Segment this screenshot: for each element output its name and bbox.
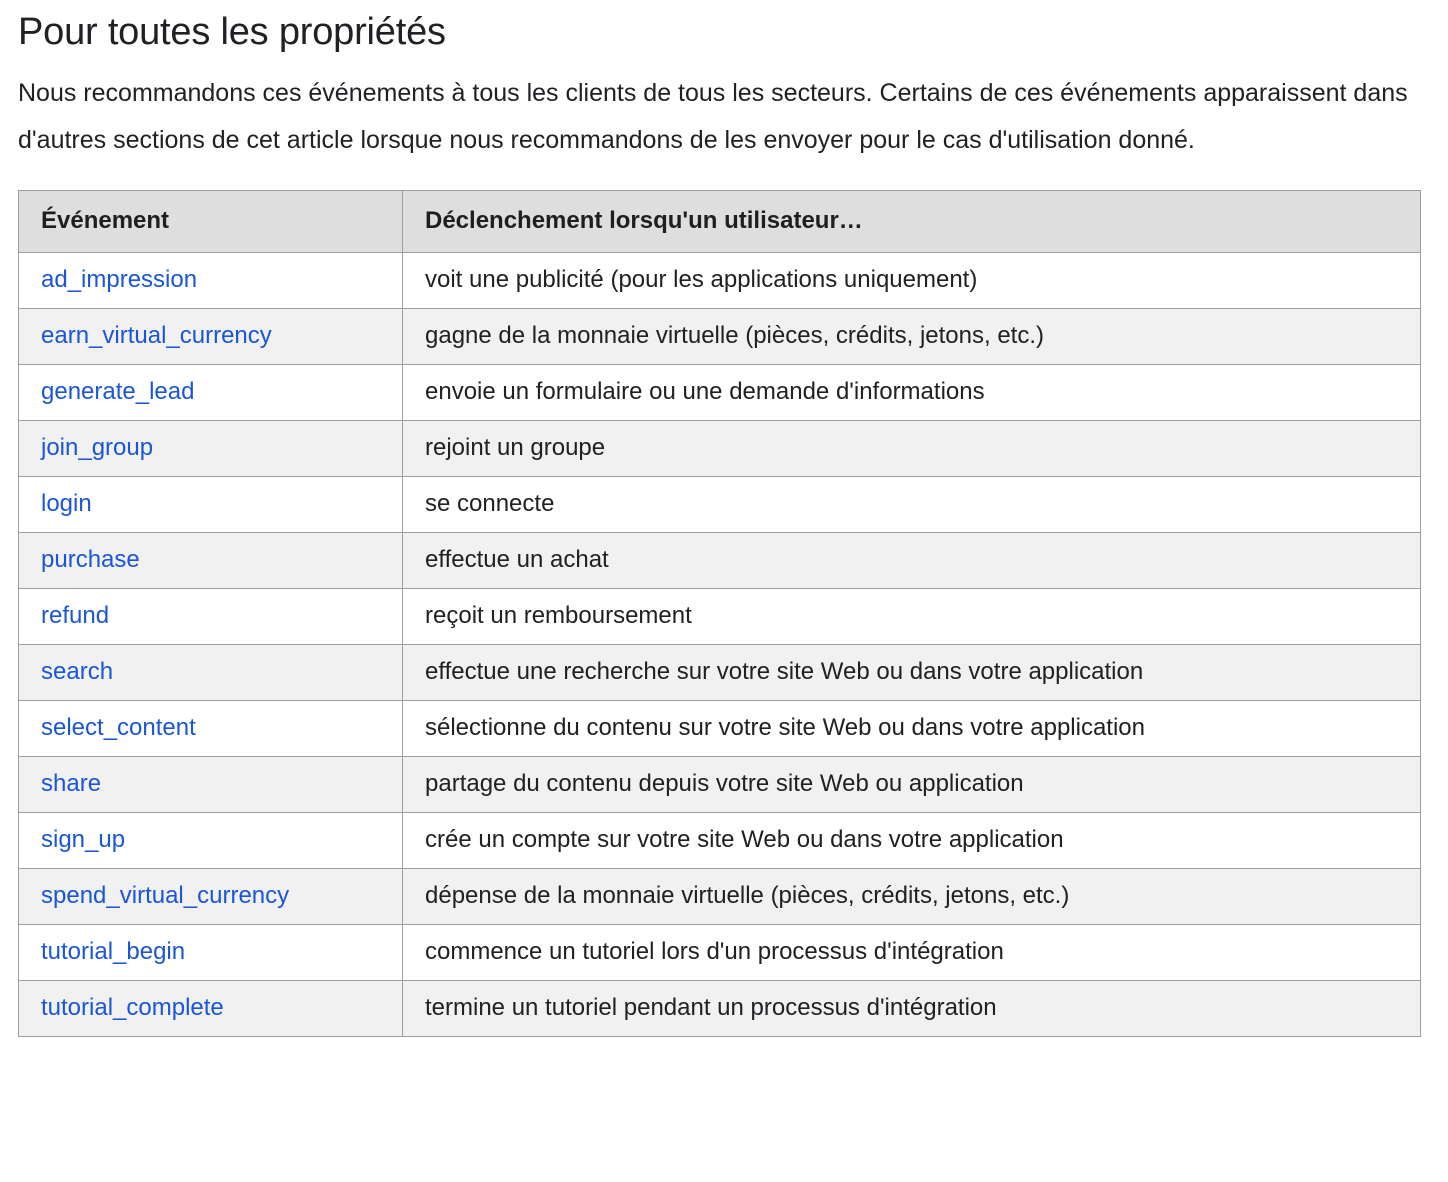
event-description-cell: termine un tutoriel pendant un processus… bbox=[402, 980, 1421, 1037]
column-header-event: Événement bbox=[18, 190, 403, 253]
table-row: purchase effectue un achat bbox=[18, 532, 1421, 589]
event-name-cell: spend_virtual_currency bbox=[18, 868, 403, 925]
table-row: earn_virtual_currency gagne de la monnaie… bbox=[18, 308, 1421, 365]
event-name-cell: login bbox=[18, 476, 403, 533]
event-link[interactable]: purchase bbox=[41, 546, 140, 573]
table-row: tutorial_complete termine un tutoriel pen… bbox=[18, 980, 1421, 1037]
event-description-cell: effectue une recherche sur votre site We… bbox=[402, 644, 1421, 701]
table-row: tutorial_begin commence un tutoriel lors … bbox=[18, 924, 1421, 981]
page-title: Pour toutes les propriétés bbox=[18, 11, 446, 53]
event-description-cell: partage du contenu depuis votre site Web… bbox=[402, 756, 1421, 813]
event-link[interactable]: refund bbox=[41, 602, 109, 629]
event-description-cell: dépense de la monnaie virtuelle (pièces,… bbox=[402, 868, 1421, 925]
event-name-cell: refund bbox=[18, 588, 403, 645]
intro-paragraph: Nous recommandons ces événements à tous … bbox=[18, 79, 1408, 154]
event-description-cell: voit une publicité (pour les application… bbox=[402, 252, 1421, 309]
table-row: refund reçoit un remboursement bbox=[18, 588, 1421, 645]
event-description-cell: se connecte bbox=[402, 476, 1421, 533]
table-row: login se connecte bbox=[18, 476, 1421, 533]
table-header: Événement Déclenchement lorsqu'un utilis… bbox=[18, 190, 1421, 253]
event-link[interactable]: ad_impression bbox=[41, 266, 197, 293]
event-description-cell: envoie un formulaire ou une demande d'in… bbox=[402, 364, 1421, 421]
event-description-cell: reçoit un remboursement bbox=[402, 588, 1421, 645]
table-row: search effectue une recherche sur votre s… bbox=[18, 644, 1421, 701]
event-link[interactable]: earn_virtual_currency bbox=[41, 322, 272, 349]
event-link[interactable]: tutorial_complete bbox=[41, 994, 224, 1021]
event-name-cell: tutorial_begin bbox=[18, 924, 403, 981]
event-link[interactable]: spend_virtual_currency bbox=[41, 882, 289, 909]
table-row: share partage du contenu depuis votre sit… bbox=[18, 756, 1421, 813]
table-row: select_content sélectionne du contenu sur… bbox=[18, 700, 1421, 757]
event-description-cell: sélectionne du contenu sur votre site We… bbox=[402, 700, 1421, 757]
event-name-cell: generate_lead bbox=[18, 364, 403, 421]
event-link[interactable]: generate_lead bbox=[41, 378, 194, 405]
documentation-page: Pour toutes les propriétés Nous recomman… bbox=[0, 8, 1448, 1037]
event-name-cell: search bbox=[18, 644, 403, 701]
recommended-events-table: Événement Déclenchement lorsqu'un utilis… bbox=[18, 190, 1421, 1037]
event-description-cell: crée un compte sur votre site Web ou dan… bbox=[402, 812, 1421, 869]
event-link[interactable]: select_content bbox=[41, 714, 196, 741]
event-link[interactable]: sign_up bbox=[41, 826, 125, 853]
table-row: spend_virtual_currency dépense de la monn… bbox=[18, 868, 1421, 925]
event-description-cell: gagne de la monnaie virtuelle (pièces, c… bbox=[402, 308, 1421, 365]
event-name-cell: share bbox=[18, 756, 403, 813]
event-description-cell: effectue un achat bbox=[402, 532, 1421, 589]
event-link[interactable]: share bbox=[41, 770, 101, 797]
event-link[interactable]: join_group bbox=[41, 434, 153, 461]
event-name-cell: tutorial_complete bbox=[18, 980, 403, 1037]
event-name-cell: ad_impression bbox=[18, 252, 403, 309]
event-link[interactable]: tutorial_begin bbox=[41, 938, 185, 965]
table-body: ad_impression voit une publicité (pour le… bbox=[18, 252, 1421, 1037]
event-name-cell: join_group bbox=[18, 420, 403, 477]
event-name-cell: select_content bbox=[18, 700, 403, 757]
event-description-cell: commence un tutoriel lors d'un processus… bbox=[402, 924, 1421, 981]
event-name-cell: earn_virtual_currency bbox=[18, 308, 403, 365]
event-link[interactable]: search bbox=[41, 658, 113, 685]
column-header-trigger: Déclenchement lorsqu'un utilisateur… bbox=[402, 190, 1421, 253]
table-row: sign_up crée un compte sur votre site Web… bbox=[18, 812, 1421, 869]
event-name-cell: purchase bbox=[18, 532, 403, 589]
table-row: ad_impression voit une publicité (pour le… bbox=[18, 252, 1421, 309]
table-header-row: Événement Déclenchement lorsqu'un utilis… bbox=[18, 190, 1421, 253]
events-table-container: Événement Déclenchement lorsqu'un utilis… bbox=[18, 190, 1432, 1037]
table-row: generate_lead envoie un formulaire ou une… bbox=[18, 364, 1421, 421]
event-name-cell: sign_up bbox=[18, 812, 403, 869]
event-description-cell: rejoint un groupe bbox=[402, 420, 1421, 477]
event-link[interactable]: login bbox=[41, 490, 92, 517]
table-row: join_group rejoint un groupe bbox=[18, 420, 1421, 477]
